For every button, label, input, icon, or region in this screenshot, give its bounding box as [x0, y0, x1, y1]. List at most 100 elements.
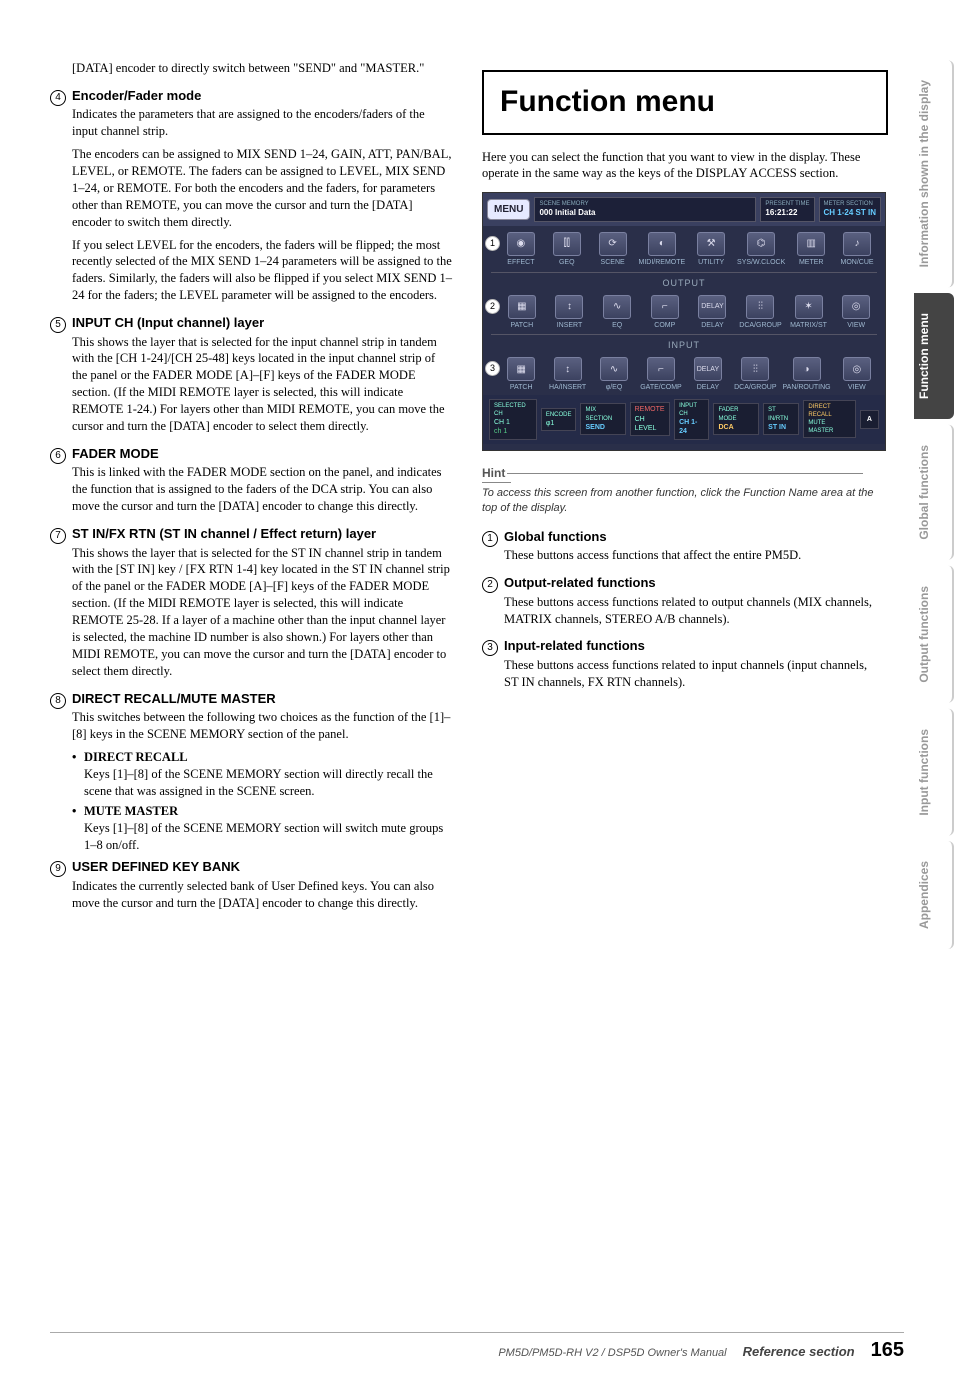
hint-box: Hint To access this screen from another …	[482, 465, 884, 516]
bullet-item: • DIRECT RECALL Keys [1]–[8] of the SCEN…	[72, 749, 452, 800]
bank-box: A	[860, 410, 879, 429]
meter-button[interactable]: ▥METER	[791, 232, 831, 267]
item-para: This shows the layer that is selected fo…	[72, 545, 452, 680]
side-tabs: Information shown in the display Functio…	[914, 60, 954, 955]
input-section-label: INPUT	[483, 339, 885, 351]
list-item: 8 DIRECT RECALL/MUTE MASTER This switche…	[50, 690, 452, 855]
function-menu-heading: Function menu	[482, 70, 888, 135]
menu-button[interactable]: MENU	[487, 199, 530, 221]
out-dca-group-button[interactable]: ⫶⫶DCA/GROUP	[739, 295, 781, 330]
mon-cue-button[interactable]: ♪MON/CUE	[837, 232, 877, 267]
tab-global-functions[interactable]: Global functions	[914, 425, 954, 560]
list-item: 6 FADER MODE This is linked with the FAD…	[50, 445, 452, 521]
section-name: Reference section	[743, 1344, 855, 1359]
stin-box: ST IN/RTN ST IN	[763, 403, 799, 435]
midi-remote-button[interactable]: ◐MIDI/REMOTE	[639, 232, 686, 267]
continuation-text: [DATA] encoder to directly switch betwee…	[72, 60, 452, 77]
page-footer: PM5D/PM5D-RH V2 / DSP5D Owner's Manual R…	[50, 1332, 904, 1362]
item-marker: 3	[482, 637, 504, 696]
item-para: This shows the layer that is selected fo…	[72, 334, 452, 435]
list-item: 4 Encoder/Fader mode Indicates the param…	[50, 87, 452, 310]
out-insert-button[interactable]: ↕INSERT	[549, 295, 591, 330]
bullet-title: MUTE MASTER	[84, 803, 452, 820]
item-marker: 5	[50, 314, 72, 441]
item-title: ST IN/FX RTN (ST IN channel / Effect ret…	[72, 525, 452, 543]
out-patch-button[interactable]: ▦PATCH	[501, 295, 543, 330]
in-patch-button[interactable]: ▦PATCH	[501, 357, 541, 392]
effect-button[interactable]: ◉EFFECT	[501, 232, 541, 267]
list-item: 1 Global functions These buttons access …	[482, 528, 884, 570]
fader-mode-box: FADER MODE DCA	[713, 403, 759, 435]
item-marker: 2	[482, 574, 504, 633]
encode-box: ENCODE φ1	[541, 408, 577, 432]
page: [DATA] encoder to directly switch betwee…	[0, 0, 954, 1380]
input-ch-box: INPUT CH CH 1-24	[674, 399, 709, 440]
item-para: These buttons access functions related t…	[504, 657, 884, 691]
bullet-text: Keys [1]–[8] of the SCENE MEMORY section…	[84, 766, 452, 800]
tab-function-menu[interactable]: Function menu	[914, 293, 954, 419]
out-delay-button[interactable]: DELAYDELAY	[692, 295, 734, 330]
item-marker: 9	[50, 858, 72, 917]
item-para: Indicates the parameters that are assign…	[72, 106, 452, 140]
item-para: This switches between the following two …	[72, 709, 452, 743]
out-view-button[interactable]: ◎VIEW	[835, 295, 877, 330]
list-item: 2 Output-related functions These buttons…	[482, 574, 884, 633]
in-pan-routing-button[interactable]: ◑PAN/ROUTING	[783, 357, 831, 392]
bullet-text: Keys [1]–[8] of the SCENE MEMORY section…	[84, 820, 452, 854]
right-column: Function menu Here you can select the fu…	[482, 60, 904, 921]
scene-button[interactable]: ⟳SCENE	[593, 232, 633, 267]
utility-button[interactable]: ⚒UTILITY	[691, 232, 731, 267]
bullet-mark: •	[72, 749, 84, 800]
scene-memory-box: SCENE MEMORY 000 Initial Data	[534, 197, 756, 222]
bullet-item: • MUTE MASTER Keys [1]–[8] of the SCENE …	[72, 803, 452, 854]
intro-paragraph: Here you can select the function that yo…	[482, 149, 884, 183]
in-ha-insert-button[interactable]: ↕HA/INSERT	[547, 357, 587, 392]
in-view-button[interactable]: ◎VIEW	[837, 357, 877, 392]
geq-button[interactable]: ⫿⫿GEQ	[547, 232, 587, 267]
output-section-label: OUTPUT	[483, 277, 885, 289]
screenshot-bottom-bar: SELECTED CH CH 1 ch 1 ENCODE φ1 MIX SECT…	[483, 395, 885, 444]
item-title: Output-related functions	[504, 574, 884, 592]
global-row: 1 ◉EFFECT ⫿⫿GEQ ⟳SCENE ◐MIDI/REMOTE ⚒UTI…	[483, 226, 885, 269]
meter-section-box: METER SECTION CH 1-24 ST IN	[819, 197, 881, 222]
in-gate-comp-button[interactable]: ⌐GATE/COMP	[640, 357, 681, 392]
tab-info-display[interactable]: Information shown in the display	[914, 60, 954, 287]
item-marker: 6	[50, 445, 72, 521]
item-para: These buttons access functions that affe…	[504, 547, 884, 564]
manual-name: PM5D/PM5D-RH V2 / DSP5D Owner's Manual	[498, 1347, 726, 1359]
output-row: 2 ▦PATCH ↕INSERT ∿EQ ⌐COMP DELAYDELAY ⫶⫶…	[483, 289, 885, 332]
left-column: [DATA] encoder to directly switch betwee…	[50, 60, 452, 921]
screenshot-header: MENU SCENE MEMORY 000 Initial Data PRESE…	[483, 193, 885, 226]
menu-screenshot: MENU SCENE MEMORY 000 Initial Data PRESE…	[482, 192, 886, 451]
in-dca-group-button[interactable]: ⫶⫶DCA/GROUP	[734, 357, 776, 392]
two-column-layout: [DATA] encoder to directly switch betwee…	[50, 60, 904, 921]
out-comp-button[interactable]: ⌐COMP	[644, 295, 686, 330]
tab-output-functions[interactable]: Output functions	[914, 566, 954, 703]
item-marker: 8	[50, 690, 72, 855]
list-item: 9 USER DEFINED KEY BANK Indicates the cu…	[50, 858, 452, 917]
row-marker-2: 2	[485, 299, 500, 314]
recall-mute-box: DIRECT RECALL MUTE MASTER	[803, 400, 856, 438]
in-phi-eq-button[interactable]: ∿φ/EQ	[594, 357, 634, 392]
item-para: Indicates the currently selected bank of…	[72, 878, 452, 912]
input-row: 3 ▦PATCH ↕HA/INSERT ∿φ/EQ ⌐GATE/COMP DEL…	[483, 351, 885, 394]
mix-section-box: MIX SECTION SEND	[580, 403, 625, 435]
list-item: 7 ST IN/FX RTN (ST IN channel / Effect r…	[50, 525, 452, 686]
item-para: This is linked with the FADER MODE secti…	[72, 464, 452, 515]
item-marker: 7	[50, 525, 72, 686]
out-eq-button[interactable]: ∿EQ	[596, 295, 638, 330]
item-title: INPUT CH (Input channel) layer	[72, 314, 452, 332]
item-marker: 4	[50, 87, 72, 310]
tab-input-functions[interactable]: Input functions	[914, 709, 954, 836]
sys-wclock-button[interactable]: ⌬SYS/W.CLOCK	[737, 232, 785, 267]
row-marker-1: 1	[485, 236, 500, 251]
list-item: 5 INPUT CH (Input channel) layer This sh…	[50, 314, 452, 441]
tab-appendices[interactable]: Appendices	[914, 841, 954, 949]
continuation-paragraph: [DATA] encoder to directly switch betwee…	[50, 60, 452, 83]
item-title: Input-related functions	[504, 637, 884, 655]
in-delay-button[interactable]: DELAYDELAY	[688, 357, 728, 392]
item-para: The encoders can be assigned to MIX SEND…	[72, 146, 452, 230]
remote-box: REMOTE CH LEVEL	[630, 402, 670, 436]
out-matrix-st-button[interactable]: ✶MATRIX/ST	[788, 295, 830, 330]
selected-ch-box: SELECTED CH CH 1 ch 1	[489, 399, 537, 440]
